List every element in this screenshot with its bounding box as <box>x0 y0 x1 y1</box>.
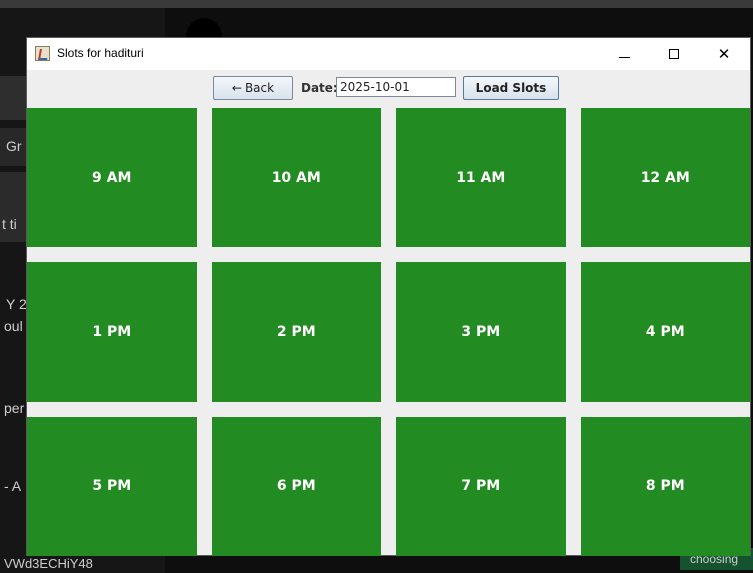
java-app-icon <box>35 46 50 61</box>
background-text: per <box>4 400 25 416</box>
back-button-label: Back <box>244 81 275 95</box>
background-text: Y 2 <box>6 296 27 312</box>
slots-window: Slots for hadituri ✕ ← Back Date: 2025-1… <box>26 37 751 556</box>
toolbar: ← Back Date: 2025-10-01 Load Slots <box>27 70 750 106</box>
maximize-button[interactable] <box>651 38 697 70</box>
background-topbar <box>0 0 753 8</box>
slot-button[interactable]: 11 AM <box>396 108 566 248</box>
title-bar[interactable]: Slots for hadituri ✕ <box>27 38 750 70</box>
minimize-button[interactable] <box>601 38 647 70</box>
slot-button[interactable]: 4 PM <box>580 262 750 402</box>
close-icon: ✕ <box>717 44 731 63</box>
window-title: Slots for hadituri <box>57 46 144 60</box>
background-strip <box>0 76 28 120</box>
background-text: oul <box>4 318 23 334</box>
slot-grid: 9 AM 10 AM 11 AM 12 AM 1 PM 2 PM 3 PM 4 … <box>27 108 750 556</box>
background-text: Gr <box>6 138 22 154</box>
maximize-icon <box>669 49 679 59</box>
close-button[interactable]: ✕ <box>701 38 747 70</box>
slot-button[interactable]: 8 PM <box>580 416 750 556</box>
slot-button[interactable]: 3 PM <box>396 262 566 402</box>
background-text: - A <box>4 478 22 494</box>
slot-button[interactable]: 2 PM <box>211 262 381 402</box>
slot-button[interactable]: 6 PM <box>211 416 381 556</box>
back-arrow-icon: ← <box>231 81 242 95</box>
date-label: Date: <box>301 81 338 95</box>
slot-button[interactable]: 5 PM <box>27 416 197 556</box>
slot-button[interactable]: 10 AM <box>211 108 381 248</box>
slot-button[interactable]: 12 AM <box>580 108 750 248</box>
background-text: t ti <box>2 216 17 232</box>
load-slots-button[interactable]: Load Slots <box>463 76 559 100</box>
background-text: VWd3ECHiY48 <box>4 556 93 571</box>
back-button[interactable]: ← Back <box>213 76 293 100</box>
date-input[interactable]: 2025-10-01 <box>336 77 456 97</box>
slot-button[interactable]: 7 PM <box>396 416 566 556</box>
slot-button[interactable]: 9 AM <box>27 108 197 248</box>
minimize-icon <box>618 56 630 58</box>
slot-button[interactable]: 1 PM <box>27 262 197 402</box>
